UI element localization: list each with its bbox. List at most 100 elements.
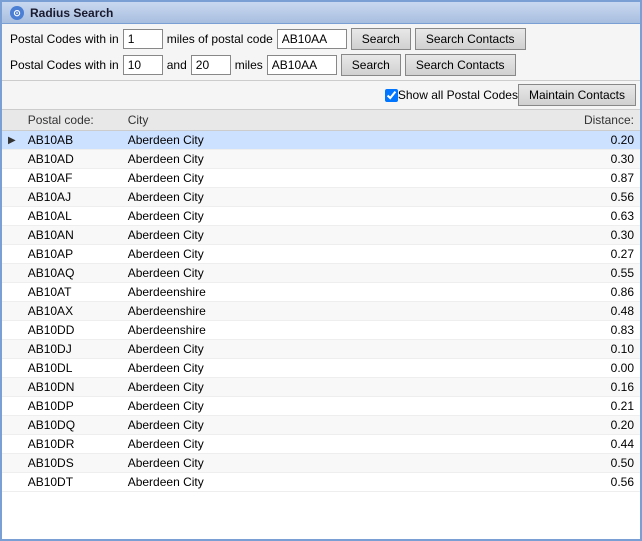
toolbar: Postal Codes with in miles of postal cod… bbox=[2, 24, 640, 81]
row1-search-button[interactable]: Search bbox=[351, 28, 411, 50]
postal-code-cell: AB10AJ bbox=[22, 188, 122, 207]
table-row[interactable]: AB10DPAberdeen City0.21 bbox=[2, 397, 640, 416]
postal-code-cell: AB10DL bbox=[22, 359, 122, 378]
table-row[interactable]: AB10ALAberdeen City0.63 bbox=[2, 207, 640, 226]
city-cell: Aberdeen City bbox=[122, 207, 342, 226]
distance-cell: 0.56 bbox=[342, 188, 640, 207]
options-row: Show all Postal Codes Maintain Contacts bbox=[2, 81, 640, 110]
distance-cell: 0.55 bbox=[342, 264, 640, 283]
distance-cell: 0.21 bbox=[342, 397, 640, 416]
distance-cell: 0.30 bbox=[342, 226, 640, 245]
table-row[interactable]: AB10DSAberdeen City0.50 bbox=[2, 454, 640, 473]
title-bar: ⊙ Radius Search bbox=[2, 2, 640, 24]
row1-label2: miles of postal code bbox=[167, 32, 273, 46]
postal-code-cell: AB10DN bbox=[22, 378, 122, 397]
postal-code-cell: AB10DS bbox=[22, 454, 122, 473]
table-row[interactable]: AB10DJAberdeen City0.10 bbox=[2, 340, 640, 359]
city-cell: Aberdeen City bbox=[122, 150, 342, 169]
row-indicator bbox=[2, 321, 22, 340]
row2-input2[interactable] bbox=[191, 55, 231, 75]
row2-search-contacts-button[interactable]: Search Contacts bbox=[405, 54, 516, 76]
distance-cell: 0.87 bbox=[342, 169, 640, 188]
row1-label1: Postal Codes with in bbox=[10, 32, 119, 46]
distance-cell: 0.16 bbox=[342, 378, 640, 397]
row-indicator bbox=[2, 245, 22, 264]
city-cell: Aberdeen City bbox=[122, 169, 342, 188]
distance-cell: 0.56 bbox=[342, 473, 640, 492]
row1-input1[interactable] bbox=[123, 29, 163, 49]
table-row[interactable]: AB10DNAberdeen City0.16 bbox=[2, 378, 640, 397]
table-row[interactable]: AB10AQAberdeen City0.55 bbox=[2, 264, 640, 283]
postal-code-cell: AB10AL bbox=[22, 207, 122, 226]
city-cell: Aberdeen City bbox=[122, 131, 342, 150]
postal-code-header: Postal code: bbox=[22, 110, 122, 131]
table-row[interactable]: AB10ADAberdeen City0.30 bbox=[2, 150, 640, 169]
row-indicator bbox=[2, 435, 22, 454]
row1-search-contacts-button[interactable]: Search Contacts bbox=[415, 28, 526, 50]
distance-cell: 0.10 bbox=[342, 340, 640, 359]
postal-code-cell: AB10AN bbox=[22, 226, 122, 245]
table-row[interactable]: AB10APAberdeen City0.27 bbox=[2, 245, 640, 264]
row-indicator bbox=[2, 397, 22, 416]
postal-code-cell: AB10DD bbox=[22, 321, 122, 340]
show-all-checkbox[interactable] bbox=[385, 89, 398, 102]
row2-label1: Postal Codes with in bbox=[10, 58, 119, 72]
postal-code-cell: AB10AT bbox=[22, 283, 122, 302]
postal-code-cell: AB10DP bbox=[22, 397, 122, 416]
row2-input1[interactable] bbox=[123, 55, 163, 75]
postal-code-cell: AB10AB bbox=[22, 131, 122, 150]
postal-code-cell: AB10AQ bbox=[22, 264, 122, 283]
distance-cell: 0.86 bbox=[342, 283, 640, 302]
distance-cell: 0.50 bbox=[342, 454, 640, 473]
row-indicator bbox=[2, 283, 22, 302]
distance-cell: 0.20 bbox=[342, 131, 640, 150]
postal-code-cell: AB10DQ bbox=[22, 416, 122, 435]
indicator-header bbox=[2, 110, 22, 131]
table-row[interactable]: AB10ANAberdeen City0.30 bbox=[2, 226, 640, 245]
row1-postal-input[interactable] bbox=[277, 29, 347, 49]
row-indicator bbox=[2, 359, 22, 378]
city-cell: Aberdeen City bbox=[122, 340, 342, 359]
table-row[interactable]: AB10ATAberdeenshire0.86 bbox=[2, 283, 640, 302]
show-all-label: Show all Postal Codes bbox=[398, 88, 518, 102]
window-icon: ⊙ bbox=[10, 6, 24, 20]
table-row[interactable]: AB10DQAberdeen City0.20 bbox=[2, 416, 640, 435]
distance-cell: 0.63 bbox=[342, 207, 640, 226]
city-cell: Aberdeenshire bbox=[122, 321, 342, 340]
city-cell: Aberdeen City bbox=[122, 454, 342, 473]
postal-code-cell: AB10AD bbox=[22, 150, 122, 169]
row-indicator bbox=[2, 378, 22, 397]
distance-cell: 0.30 bbox=[342, 150, 640, 169]
city-cell: Aberdeen City bbox=[122, 435, 342, 454]
row-indicator bbox=[2, 416, 22, 435]
distance-header: Distance: bbox=[342, 110, 640, 131]
row-indicator bbox=[2, 454, 22, 473]
table-row[interactable]: AB10AXAberdeenshire0.48 bbox=[2, 302, 640, 321]
row2-search-button[interactable]: Search bbox=[341, 54, 401, 76]
table-row[interactable]: AB10DTAberdeen City0.56 bbox=[2, 473, 640, 492]
postal-code-cell: AB10AX bbox=[22, 302, 122, 321]
row-indicator bbox=[2, 169, 22, 188]
postal-code-cell: AB10DT bbox=[22, 473, 122, 492]
row-indicator bbox=[2, 264, 22, 283]
row-indicator bbox=[2, 188, 22, 207]
table-row[interactable]: AB10AFAberdeen City0.87 bbox=[2, 169, 640, 188]
maintain-contacts-button[interactable]: Maintain Contacts bbox=[518, 84, 636, 106]
city-cell: Aberdeenshire bbox=[122, 283, 342, 302]
city-cell: Aberdeen City bbox=[122, 378, 342, 397]
table-row[interactable]: AB10DRAberdeen City0.44 bbox=[2, 435, 640, 454]
results-table-container: Postal code: City Distance: ▶AB10ABAberd… bbox=[2, 110, 640, 539]
table-row[interactable]: AB10AJAberdeen City0.56 bbox=[2, 188, 640, 207]
city-cell: Aberdeen City bbox=[122, 416, 342, 435]
row2-label-and: and bbox=[167, 58, 187, 72]
table-row[interactable]: AB10DDAberdeenshire0.83 bbox=[2, 321, 640, 340]
table-row[interactable]: ▶AB10ABAberdeen City0.20 bbox=[2, 131, 640, 150]
row-indicator bbox=[2, 340, 22, 359]
distance-cell: 0.00 bbox=[342, 359, 640, 378]
row-indicator bbox=[2, 302, 22, 321]
row2-postal-input[interactable] bbox=[267, 55, 337, 75]
window-title: Radius Search bbox=[30, 6, 113, 20]
table-row[interactable]: AB10DLAberdeen City0.00 bbox=[2, 359, 640, 378]
city-cell: Aberdeen City bbox=[122, 188, 342, 207]
table-header-row: Postal code: City Distance: bbox=[2, 110, 640, 131]
